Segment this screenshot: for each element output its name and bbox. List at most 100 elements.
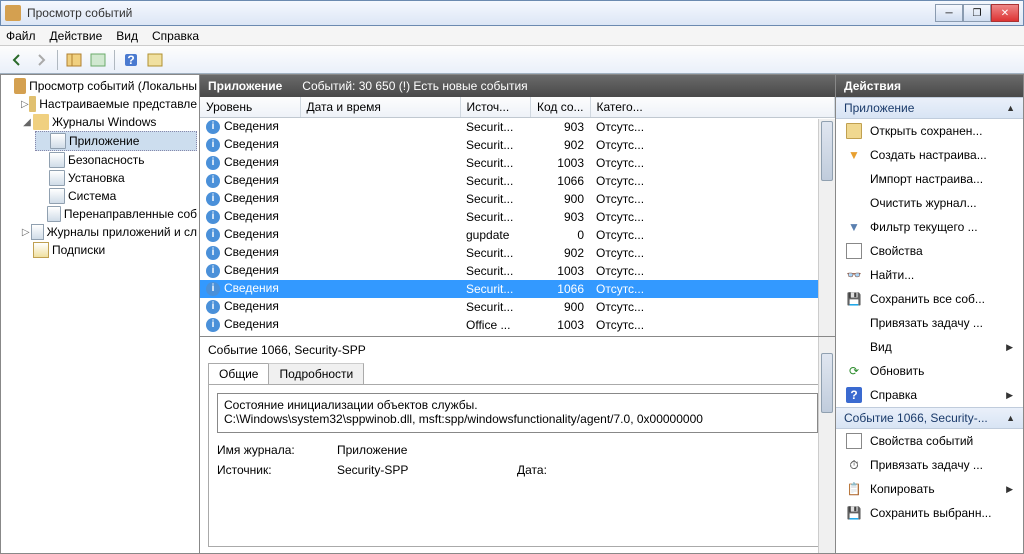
tab-details[interactable]: Подробности xyxy=(268,363,364,384)
save-icon: 💾 xyxy=(846,291,862,307)
action-find[interactable]: 👓Найти... xyxy=(836,263,1023,287)
tree-custom-views[interactable]: ▷Настраиваемые представле xyxy=(19,95,197,113)
options-button[interactable] xyxy=(87,49,109,71)
titlebar: Просмотр событий ─ ❐ ✕ xyxy=(0,0,1024,26)
forward-button[interactable] xyxy=(30,49,52,71)
event-row[interactable]: iСведенияOffice ...1003Отсутс... xyxy=(200,316,835,334)
chevron-right-icon: ▶ xyxy=(1006,342,1013,353)
help-button[interactable]: ? xyxy=(120,49,142,71)
maximize-button[interactable]: ❐ xyxy=(963,4,991,22)
actions-panel: Действия Приложение▲ Открыть сохранен...… xyxy=(836,74,1024,554)
event-row[interactable]: iСведенияSecurit...902Отсутс... xyxy=(200,136,835,154)
action-open-saved[interactable]: Открыть сохранен... xyxy=(836,119,1023,143)
task-icon: ⏱ xyxy=(846,457,862,473)
action-save-all[interactable]: 💾Сохранить все соб... xyxy=(836,287,1023,311)
info-icon: i xyxy=(206,282,220,296)
action-properties[interactable]: Свойства xyxy=(836,239,1023,263)
separator xyxy=(114,50,115,70)
tree-label: Установка xyxy=(68,171,125,185)
actions-title: Действия xyxy=(836,75,1023,97)
detail-line2: C:\Windows\system32\sppwinob.dll, msft:s… xyxy=(224,412,811,426)
event-row[interactable]: iСведенияSecurit...903Отсутс... xyxy=(200,118,835,136)
action-view[interactable]: Вид▶ xyxy=(836,335,1023,359)
event-row[interactable]: iСведенияSecurit...902Отсутс... xyxy=(200,244,835,262)
action-copy[interactable]: 📋Копировать▶ xyxy=(836,477,1023,501)
col-datetime[interactable]: Дата и время xyxy=(300,97,460,118)
info-icon: i xyxy=(206,138,220,152)
tree-subscriptions[interactable]: Подписки xyxy=(19,241,197,259)
event-row[interactable]: iСведенияSecurit...1003Отсутс... xyxy=(200,154,835,172)
tree-label: Журналы приложений и сл xyxy=(47,225,197,239)
detail-title: Событие 1066, Security-SPP xyxy=(208,343,818,357)
tree-label: Журналы Windows xyxy=(52,115,156,129)
event-row[interactable]: iСведенияSecurit...903Отсутс... xyxy=(200,208,835,226)
action-event-properties[interactable]: Свойства событий xyxy=(836,429,1023,453)
event-row[interactable]: iСведенияSecurit...1066Отсутс... xyxy=(200,280,835,298)
tree-label: Приложение xyxy=(69,134,139,148)
filter-icon: ▼ xyxy=(846,219,862,235)
action-import-custom[interactable]: Импорт настраива... xyxy=(836,167,1023,191)
detail-scrollbar[interactable] xyxy=(818,337,835,553)
tree-windows-logs[interactable]: ◢Журналы Windows xyxy=(19,113,197,131)
close-button[interactable]: ✕ xyxy=(991,4,1019,22)
action-refresh[interactable]: ⟳Обновить xyxy=(836,359,1023,383)
col-category[interactable]: Катего... xyxy=(590,97,835,118)
separator xyxy=(57,50,58,70)
info-icon: i xyxy=(206,264,220,278)
source-label: Источник: xyxy=(217,463,337,477)
action-save-selected[interactable]: 💾Сохранить выбранн... xyxy=(836,501,1023,525)
event-scrollbar[interactable] xyxy=(818,119,835,336)
actions-group-app[interactable]: Приложение▲ xyxy=(836,97,1023,119)
menubar: Файл Действие Вид Справка xyxy=(0,26,1024,46)
info-icon: i xyxy=(206,174,220,188)
find-icon: 👓 xyxy=(846,267,862,283)
actions-group-event[interactable]: Событие 1066, Security-...▲ xyxy=(836,407,1023,429)
action-filter-current[interactable]: ▼Фильтр текущего ... xyxy=(836,215,1023,239)
action-attach-task[interactable]: Привязать задачу ... xyxy=(836,311,1023,335)
center-count: Событий: 30 650 (!) Есть новые события xyxy=(302,79,527,93)
tree-label: Перенаправленные соб xyxy=(64,207,197,221)
menu-action[interactable]: Действие xyxy=(50,29,103,43)
copy-icon: 📋 xyxy=(846,481,862,497)
action-help[interactable]: ?Справка▶ xyxy=(836,383,1023,407)
action-create-custom[interactable]: ▼Создать настраива... xyxy=(836,143,1023,167)
tree-log-forwarded[interactable]: Перенаправленные соб xyxy=(35,205,197,223)
chevron-right-icon: ▶ xyxy=(1006,390,1013,401)
tab-general[interactable]: Общие xyxy=(208,363,269,384)
tree-panel: Просмотр событий (Локальны ▷Настраиваемы… xyxy=(0,74,200,554)
action-event-attach-task[interactable]: ⏱Привязать задачу ... xyxy=(836,453,1023,477)
center-panel: Приложение Событий: 30 650 (!) Есть новы… xyxy=(200,74,836,554)
date-label: Дата: xyxy=(517,463,637,477)
tree-log-setup[interactable]: Установка xyxy=(35,169,197,187)
show-tree-button[interactable] xyxy=(63,49,85,71)
toolbar: ? xyxy=(0,46,1024,74)
task-icon xyxy=(846,315,862,331)
back-button[interactable] xyxy=(6,49,28,71)
event-row[interactable]: iСведенияSecurit...900Отсутс... xyxy=(200,298,835,316)
event-row[interactable]: iСведенияSecurit...1003Отсутс... xyxy=(200,262,835,280)
properties-icon xyxy=(846,243,862,259)
menu-help[interactable]: Справка xyxy=(152,29,199,43)
tree-root[interactable]: Просмотр событий (Локальны xyxy=(3,77,197,95)
action-clear-log[interactable]: Очистить журнал... xyxy=(836,191,1023,215)
menu-file[interactable]: Файл xyxy=(6,29,36,43)
event-row[interactable]: iСведенияSecurit...900Отсутс... xyxy=(200,190,835,208)
tree-log-application[interactable]: Приложение xyxy=(35,131,197,151)
event-row[interactable]: iСведенияgupdate0Отсутс... xyxy=(200,226,835,244)
refresh-button[interactable] xyxy=(144,49,166,71)
chevron-right-icon: ▶ xyxy=(1006,484,1013,495)
col-level[interactable]: Уровень xyxy=(200,97,300,118)
col-source[interactable]: Источ... xyxy=(460,97,530,118)
minimize-button[interactable]: ─ xyxy=(935,4,963,22)
tree-log-security[interactable]: Безопасность xyxy=(35,151,197,169)
detail-line1: Состояние инициализации объектов службы. xyxy=(224,398,811,412)
info-icon: i xyxy=(206,228,220,242)
menu-view[interactable]: Вид xyxy=(116,29,138,43)
tree-root-label: Просмотр событий (Локальны xyxy=(29,79,197,93)
collapse-icon: ▲ xyxy=(1006,103,1015,113)
tree-app-services-logs[interactable]: ▷Журналы приложений и сл xyxy=(19,223,197,241)
tree-log-system[interactable]: Система xyxy=(35,187,197,205)
col-code[interactable]: Код со... xyxy=(530,97,590,118)
refresh-icon: ⟳ xyxy=(846,363,862,379)
event-row[interactable]: iСведенияSecurit...1066Отсутс... xyxy=(200,172,835,190)
